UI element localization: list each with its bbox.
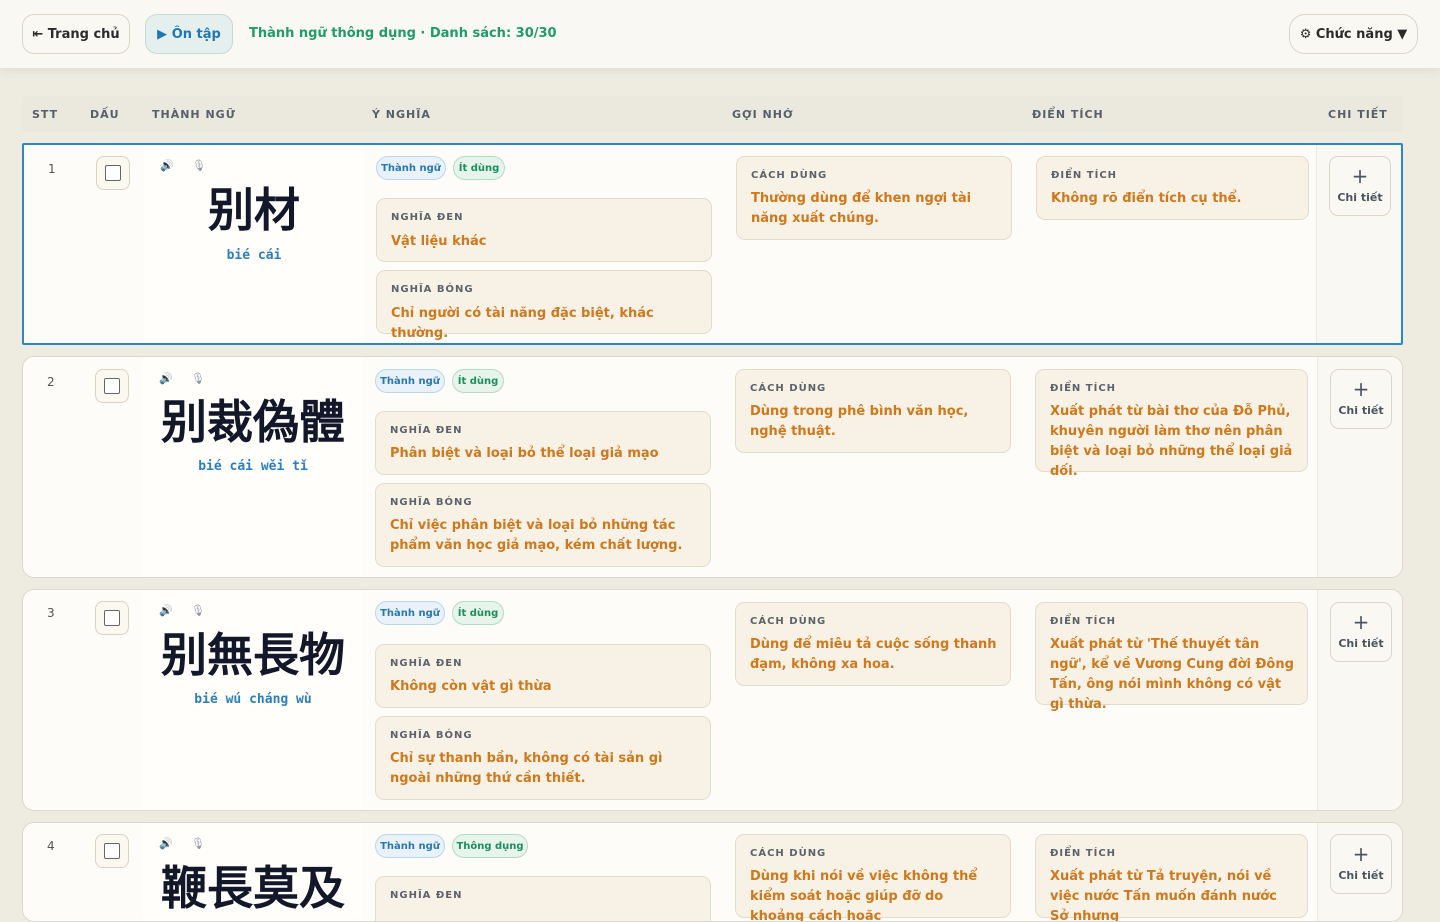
header-meaning: Ý NGHĨA <box>372 108 431 121</box>
header-origin: ĐIỂN TÍCH <box>1032 108 1104 121</box>
idiom-pinyin: bié cái wěi tǐ <box>198 459 308 474</box>
tag-frequency: Ít dùng <box>452 601 504 625</box>
header-mnemonic: GỢI NHỚ <box>732 108 794 121</box>
table-row[interactable]: 3 🔊 🎙 别無長物 bié wú cháng wù Thành ngữ Ít … <box>22 589 1403 811</box>
mark-checkbox[interactable] <box>95 834 129 868</box>
table-row[interactable]: 4 🔊 🎙 鞭長莫及 Thành ngữ Thông dụng NGHĨA ĐE… <box>22 822 1403 922</box>
literal-meaning-box: NGHĨA ĐEN <box>375 876 711 921</box>
header-detail: CHI TIẾT <box>1328 108 1388 121</box>
table-header: STT DẤU THÀNH NGỮ Ý NGHĨA GỢI NHỚ ĐIỂN T… <box>22 96 1403 132</box>
mark-checkbox[interactable] <box>95 369 129 403</box>
origin-box: ĐIỂN TÍCH Xuất phát từ 'Thế thuyết tân n… <box>1035 602 1308 712</box>
origin-box: ĐIỂN TÍCH Không rõ điển tích cụ thể. <box>1036 156 1309 220</box>
idiom-hanzi: 鞭長莫及 <box>161 861 345 915</box>
idiom-pinyin: bié wú cháng wù <box>194 692 312 707</box>
usage-box: CÁCH DÙNG Dùng khi nói về việc không thể… <box>735 834 1011 921</box>
speaker-icon[interactable]: 🔊 <box>159 604 173 617</box>
microphone-icon[interactable]: 🎙 <box>192 159 206 172</box>
microphone-icon[interactable]: 🎙 <box>191 837 205 850</box>
review-button[interactable]: ▶ Ôn tập <box>145 14 233 54</box>
header-index: STT <box>32 108 59 121</box>
tag-frequency: Thông dụng <box>452 834 528 858</box>
literal-meaning-box: NGHĨA ĐEN Phân biệt và loại bỏ thể loại … <box>375 411 711 475</box>
functions-menu-button[interactable]: ⚙ Chức năng ▼ <box>1289 14 1418 54</box>
plus-icon: + <box>1352 610 1370 634</box>
idiom-hanzi: 别裁偽體 <box>161 395 345 449</box>
tag-frequency: Ít dùng <box>452 369 504 393</box>
row-index: 3 <box>47 606 55 620</box>
tag-type: Thành ngữ <box>375 601 445 625</box>
detail-button[interactable]: + Chi tiết <box>1330 369 1392 429</box>
literal-meaning-box: NGHĨA ĐEN Vật liệu khác <box>376 198 712 262</box>
row-index: 1 <box>48 162 56 176</box>
usage-box: CÁCH DÙNG Dùng để miêu tả cuộc sống than… <box>735 602 1011 686</box>
table-row[interactable]: 1 🔊 🎙 别材 bié cái Thành ngữ Ít dùng NGHĨA… <box>22 143 1403 345</box>
mark-checkbox[interactable] <box>95 601 129 635</box>
figurative-meaning-box: NGHĨA BÓNG Chỉ người có tài năng đặc biệ… <box>376 270 712 341</box>
mark-checkbox[interactable] <box>96 156 130 190</box>
literal-meaning-box: NGHĨA ĐEN Không còn vật gì thừa <box>375 644 711 708</box>
tag-type: Thành ngữ <box>375 834 445 858</box>
detail-button[interactable]: + Chi tiết <box>1329 156 1391 216</box>
plus-icon: + <box>1352 377 1370 401</box>
origin-box: ĐIỂN TÍCH Xuất phát từ bài thơ của Đỗ Ph… <box>1035 369 1308 479</box>
home-button[interactable]: ⇤ Trang chủ <box>22 14 130 54</box>
header-mark: DẤU <box>90 108 120 121</box>
row-index: 4 <box>47 839 55 853</box>
tag-frequency: Ít dùng <box>453 156 505 180</box>
detail-button[interactable]: + Chi tiết <box>1330 602 1392 662</box>
usage-box: CÁCH DÙNG Thường dùng để khen ngợi tài n… <box>736 156 1012 240</box>
microphone-icon[interactable]: 🎙 <box>191 372 205 385</box>
tag-type: Thành ngữ <box>376 156 446 180</box>
list-status: Thành ngữ thông dụng · Danh sách: 30/30 <box>249 26 557 41</box>
idiom-hanzi: 别材 <box>208 183 300 237</box>
plus-icon: + <box>1352 842 1370 866</box>
row-index: 2 <box>47 375 55 389</box>
usage-box: CÁCH DÙNG Dùng trong phê bình văn học, n… <box>735 369 1011 453</box>
top-bar: ⇤ Trang chủ ▶ Ôn tập Thành ngữ thông dụn… <box>0 0 1440 68</box>
speaker-icon[interactable]: 🔊 <box>160 159 174 172</box>
detail-button[interactable]: + Chi tiết <box>1330 834 1392 894</box>
table-row[interactable]: 2 🔊 🎙 别裁偽體 bié cái wěi tǐ Thành ngữ Ít d… <box>22 356 1403 578</box>
idiom-hanzi: 别無長物 <box>161 628 345 682</box>
figurative-meaning-box: NGHĨA BÓNG Chỉ việc phân biệt và loại bỏ… <box>375 483 711 567</box>
figurative-meaning-box: NGHĨA BÓNG Chỉ sự thanh bần, không có tà… <box>375 716 711 800</box>
microphone-icon[interactable]: 🎙 <box>191 604 205 617</box>
speaker-icon[interactable]: 🔊 <box>159 837 173 850</box>
origin-box: ĐIỂN TÍCH Xuất phát từ Tả truyện, nói về… <box>1035 834 1308 921</box>
speaker-icon[interactable]: 🔊 <box>159 372 173 385</box>
idiom-pinyin: bié cái <box>226 248 282 263</box>
plus-icon: + <box>1351 164 1369 188</box>
tag-type: Thành ngữ <box>375 369 445 393</box>
header-idiom: THÀNH NGỮ <box>152 108 236 121</box>
